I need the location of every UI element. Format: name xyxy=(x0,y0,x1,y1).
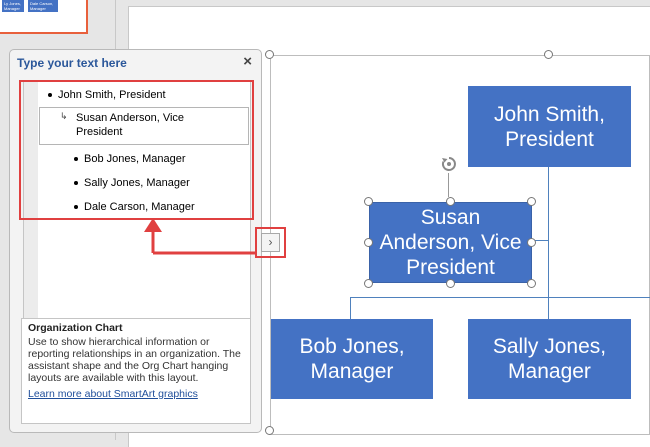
list-item-label: John Smith, President xyxy=(58,89,166,101)
list-item[interactable]: John Smith, President xyxy=(48,89,166,101)
vp-handle-top[interactable] xyxy=(446,197,455,206)
vp-handle-left[interactable] xyxy=(364,238,373,247)
thumbnail-box-1: Ly Jones, Manager xyxy=(2,0,24,12)
list-item-label: Sally Jones, Manager xyxy=(84,177,190,189)
bullet-icon xyxy=(48,93,52,98)
vp-handle-tr[interactable] xyxy=(527,197,536,206)
vp-handle-tl[interactable] xyxy=(364,197,373,206)
list-item[interactable]: Dale Carson, Manager xyxy=(74,201,195,213)
vp-handle-bl[interactable] xyxy=(364,279,373,288)
description-heading: Organization Chart xyxy=(28,322,123,334)
vp-handle-bottom[interactable] xyxy=(446,279,455,288)
learn-more-link[interactable]: Learn more about SmartArt graphics xyxy=(28,388,244,400)
text-pane-title: Type your text here xyxy=(17,56,127,70)
list-item[interactable]: Bob Jones, Manager xyxy=(74,153,186,165)
org-box-manager-1[interactable]: Bob Jones, Manager xyxy=(271,319,433,399)
layout-description: Organization Chart Use to show hierarchi… xyxy=(21,318,251,424)
list-gutter xyxy=(24,82,38,342)
close-icon[interactable]: × xyxy=(243,53,252,70)
vp-handle-br[interactable] xyxy=(527,279,536,288)
annotation-arrow-icon xyxy=(144,218,256,255)
bullet-icon xyxy=(74,181,78,186)
bullet-icon xyxy=(74,157,78,162)
connector-managers-bar xyxy=(350,297,650,298)
frame-handle-top[interactable] xyxy=(544,50,553,59)
bullet-icon xyxy=(74,205,78,210)
vp-handle-right[interactable] xyxy=(527,238,536,247)
text-pane-list[interactable]: John Smith, President ↳ Susan Anderson, … xyxy=(23,81,251,343)
list-item-label[interactable]: Susan Anderson, Vice President xyxy=(76,111,226,139)
thumbnail-box-2: Dale Carson, Manager xyxy=(28,0,58,12)
frame-handle-tl[interactable] xyxy=(265,50,274,59)
org-box-vice-president[interactable]: Susan Anderson, Vice President xyxy=(369,202,532,283)
slide-thumbnail[interactable]: Ly Jones, Manager Dale Carson, Manager xyxy=(0,0,88,34)
list-item[interactable]: Sally Jones, Manager xyxy=(74,177,190,189)
connector-manager1 xyxy=(350,297,351,319)
list-item-label: Bob Jones, Manager xyxy=(84,153,186,165)
rotate-handle-stem xyxy=(448,173,449,197)
indent-arrow-icon: ↳ xyxy=(60,111,68,121)
description-body: Use to show hierarchical information or … xyxy=(28,336,241,384)
org-box-manager-2[interactable]: Sally Jones, Manager xyxy=(468,319,631,399)
org-box-president[interactable]: John Smith, President xyxy=(468,86,631,167)
rotate-handle-icon[interactable] xyxy=(440,155,458,173)
list-item-label: Dale Carson, Manager xyxy=(84,201,195,213)
frame-handle-bl[interactable] xyxy=(265,426,274,435)
